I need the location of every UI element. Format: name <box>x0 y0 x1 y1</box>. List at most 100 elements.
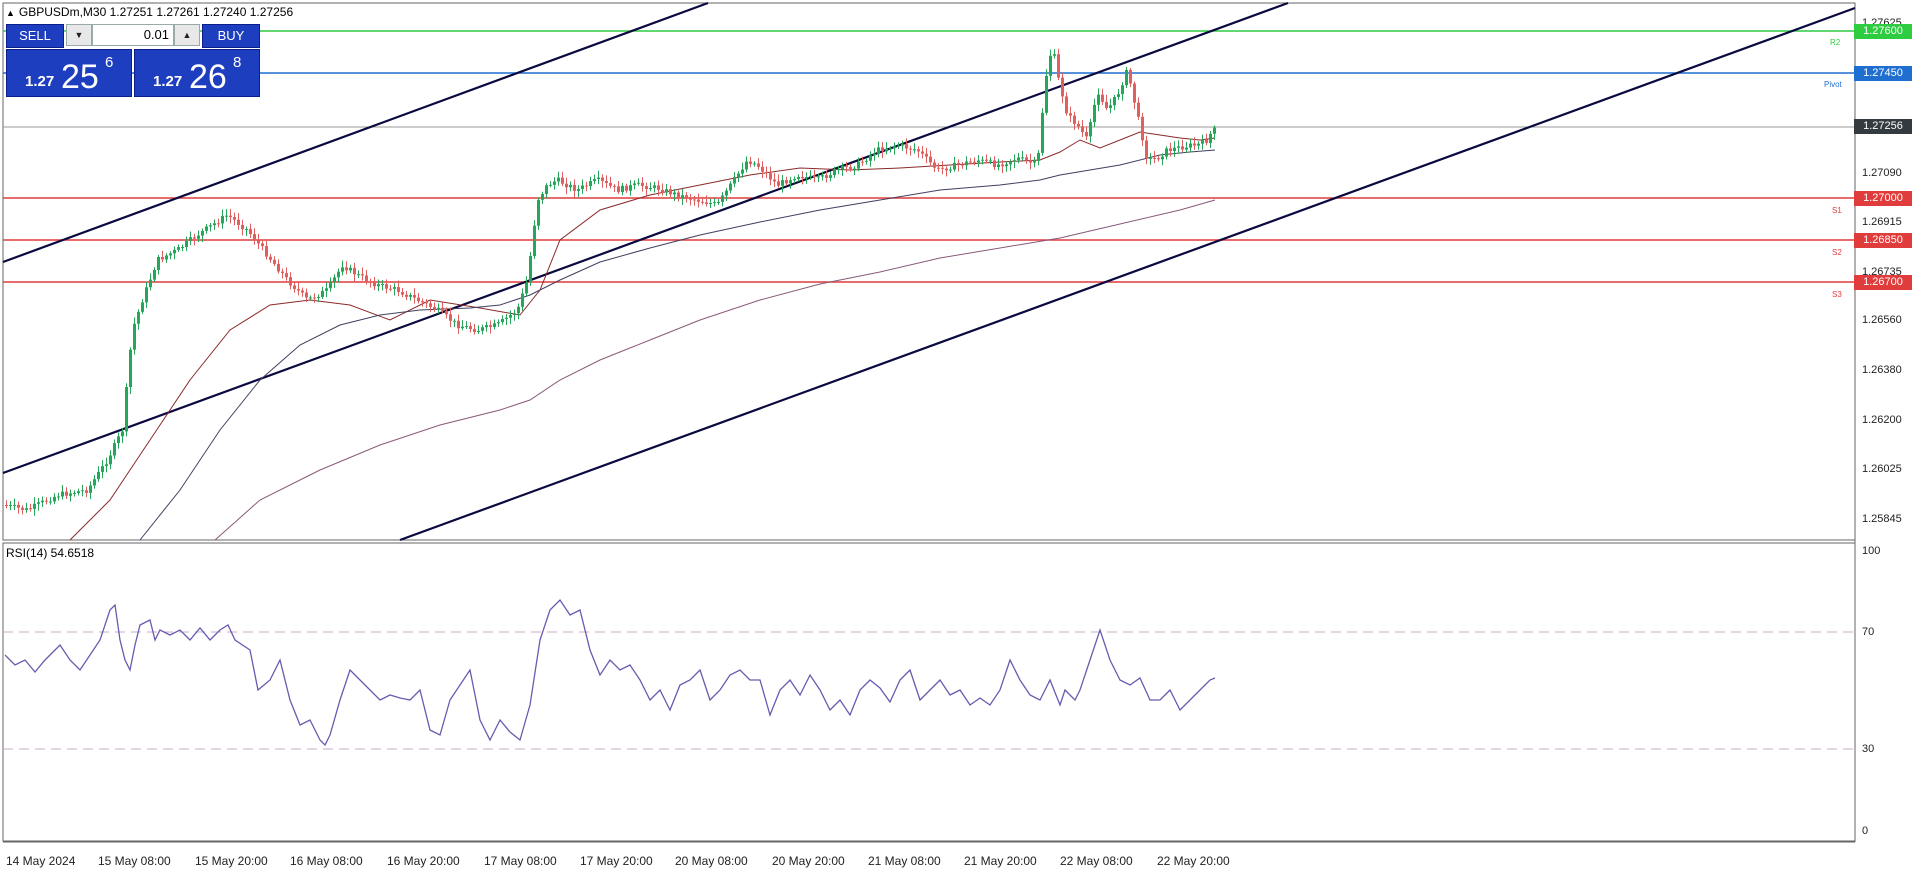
candle-body <box>913 149 916 151</box>
candle-body <box>397 287 400 293</box>
candle-body <box>473 329 476 332</box>
candle-body <box>45 500 48 502</box>
candle-body <box>65 491 68 496</box>
candle-body <box>1189 143 1192 148</box>
candle-body <box>185 240 188 247</box>
candle-body <box>661 189 664 193</box>
candle-body <box>533 225 536 256</box>
candle-body <box>377 284 380 287</box>
candle-body <box>305 292 308 298</box>
candle-body <box>1077 123 1080 127</box>
candle-body <box>333 277 336 283</box>
candle-body <box>257 240 260 244</box>
lot-decrease-arrow-icon[interactable]: ▼ <box>66 24 92 46</box>
candle-body <box>301 290 304 293</box>
candle-body <box>77 491 80 494</box>
candle-body <box>281 271 284 274</box>
time-axis-label: 22 May 08:00 <box>1060 854 1133 868</box>
buy-button[interactable]: BUY <box>202 24 260 48</box>
candle-body <box>1105 101 1108 109</box>
rsi-line <box>4 598 1216 747</box>
price-axis-label: 1.27090 <box>1862 167 1902 179</box>
candle-body <box>309 297 312 299</box>
candle-body <box>717 201 720 203</box>
chart-canvas[interactable] <box>0 0 1916 874</box>
candle-body <box>741 169 744 174</box>
candle-body <box>1005 164 1008 167</box>
candle-body <box>1113 96 1116 106</box>
candle-body <box>905 144 908 149</box>
candle-body <box>933 162 936 168</box>
candle-body <box>693 199 696 201</box>
channel-lower-line[interactable] <box>399 6 1856 542</box>
buy-price-box[interactable]: 1.27 26 8 <box>134 49 260 97</box>
candle-body <box>925 153 928 157</box>
candle-body <box>469 326 472 330</box>
candle-body <box>341 267 344 272</box>
candle-body <box>345 267 348 271</box>
candle-body <box>917 149 920 152</box>
candle-body <box>937 167 940 169</box>
fast-ma-line <box>69 131 1216 541</box>
slow-ma-line <box>214 199 1216 541</box>
candle-body <box>189 237 192 241</box>
candle-body <box>1097 94 1100 105</box>
current-price-tag: 1.27256 <box>1854 119 1912 134</box>
time-axis-label: 20 May 08:00 <box>675 854 748 868</box>
candle-body <box>909 148 912 150</box>
lot-size-input[interactable]: 0.01 <box>92 24 174 46</box>
time-axis-label: 14 May 2024 <box>6 854 76 868</box>
candle-body <box>1141 116 1144 141</box>
candle-body <box>1001 164 1004 167</box>
candle-body <box>709 203 712 205</box>
candle-body <box>105 464 108 467</box>
candle-body <box>629 185 632 191</box>
candle-body <box>457 320 460 329</box>
candle-body <box>501 318 504 323</box>
r2-label: R2 <box>1830 38 1841 47</box>
time-axis-label: 15 May 08:00 <box>98 854 171 868</box>
candle-body <box>1053 54 1056 56</box>
candle-body <box>437 307 440 310</box>
candle-body <box>97 471 100 480</box>
lot-increase-arrow-icon[interactable]: ▲ <box>174 24 200 46</box>
candle-body <box>617 186 620 192</box>
sell-price-prefix: 1.27 <box>25 73 55 90</box>
sell-price-box[interactable]: 1.27 25 6 <box>6 49 132 97</box>
candle-body <box>749 161 752 164</box>
candle-body <box>989 160 992 162</box>
candle-body <box>225 215 228 217</box>
sell-price-big: 25 <box>61 58 99 96</box>
candle-body <box>53 496 56 502</box>
candle-body <box>109 455 112 465</box>
candle-body <box>1213 127 1216 134</box>
rsi-axis-label: 70 <box>1862 626 1875 638</box>
candle-body <box>521 293 524 307</box>
candle-body <box>197 235 200 239</box>
candle-body <box>429 303 432 307</box>
candle-body <box>149 279 152 288</box>
price-axis-label: 1.26915 <box>1862 216 1902 228</box>
candle-body <box>841 165 844 170</box>
candle-body <box>837 169 840 171</box>
rsi-axis-label: 100 <box>1862 545 1881 557</box>
candle-body <box>1085 132 1088 137</box>
collapse-triangle-icon[interactable]: ▲ <box>6 8 15 18</box>
one-click-trading-panel: SELL ▼ 0.01 ▲ BUY 1.27 25 6 1.27 26 8 <box>6 24 260 98</box>
candle-body <box>245 228 248 230</box>
candle-body <box>481 327 484 331</box>
candle-body <box>297 288 300 291</box>
candle-body <box>229 215 232 218</box>
candle-body <box>261 243 264 247</box>
candle-body <box>1061 77 1064 97</box>
sell-button[interactable]: SELL <box>6 24 64 48</box>
candle-body <box>657 185 660 190</box>
candle-body <box>833 169 836 176</box>
time-axis-label: 17 May 20:00 <box>580 854 653 868</box>
candle-body <box>93 479 96 486</box>
candle-body <box>25 508 28 510</box>
candle-body <box>721 195 724 202</box>
candle-body <box>565 183 568 188</box>
candle-body <box>1165 148 1168 157</box>
candle-body <box>977 160 980 163</box>
